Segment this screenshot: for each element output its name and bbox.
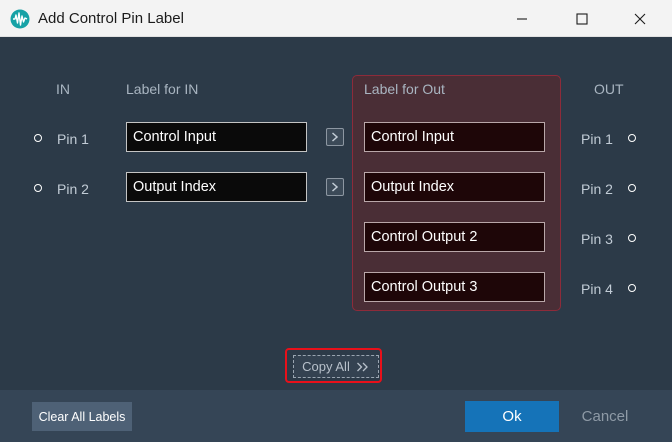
clear-all-labels-button[interactable]: Clear All Labels: [32, 402, 132, 431]
copy-pin-2-button[interactable]: [326, 178, 344, 196]
label-in-column-header: Label for IN: [126, 81, 199, 97]
maximize-button[interactable]: [560, 0, 604, 37]
out-pin-2-connector: [628, 184, 636, 192]
out-pin-3-label-input[interactable]: Control Output 2: [364, 222, 545, 252]
out-pin-2-label-input[interactable]: Output Index: [364, 172, 545, 202]
maximize-icon: [576, 12, 588, 25]
out-pin-1-connector: [628, 134, 636, 142]
out-column-header: OUT: [594, 81, 624, 97]
label-out-column-header: Label for Out: [364, 81, 445, 97]
minimize-button[interactable]: [500, 0, 544, 37]
out-pin-3-connector: [628, 234, 636, 242]
in-column-header: IN: [56, 81, 70, 97]
out-pin-4-label: Pin 4: [581, 281, 613, 297]
ok-button[interactable]: Ok: [465, 401, 559, 432]
in-pin-2-connector: [34, 184, 42, 192]
title-bar: Add Control Pin Label: [0, 0, 672, 37]
in-pin-1-label-input[interactable]: Control Input: [126, 122, 307, 152]
chevron-right-icon: [332, 132, 339, 142]
cancel-button[interactable]: Cancel: [558, 401, 652, 432]
out-pin-2-label: Pin 2: [581, 181, 613, 197]
copy-all-button[interactable]: Copy All: [293, 355, 379, 378]
in-pin-1-label: Pin 1: [57, 131, 89, 147]
audio-waveform-icon: [10, 9, 30, 29]
window-title: Add Control Pin Label: [38, 10, 184, 27]
dialog-footer: Clear All Labels Ok Cancel: [0, 390, 672, 442]
chevron-right-icon: [332, 182, 339, 192]
minimize-icon: [517, 17, 527, 20]
in-pin-1-connector: [34, 134, 42, 142]
out-pin-3-label: Pin 3: [581, 231, 613, 247]
copy-pin-1-button[interactable]: [326, 128, 344, 146]
close-button[interactable]: [618, 0, 662, 37]
close-icon: [634, 13, 646, 24]
in-pin-2-label-input[interactable]: Output Index: [126, 172, 307, 202]
out-pin-1-label: Pin 1: [581, 131, 613, 147]
out-pin-1-label-input[interactable]: Control Input: [364, 122, 545, 152]
out-pin-4-label-input[interactable]: Control Output 3: [364, 272, 545, 302]
double-chevron-right-icon: [356, 362, 368, 371]
in-pin-2-label: Pin 2: [57, 181, 89, 197]
out-pin-4-connector: [628, 284, 636, 292]
copy-all-label: Copy All: [302, 359, 350, 374]
